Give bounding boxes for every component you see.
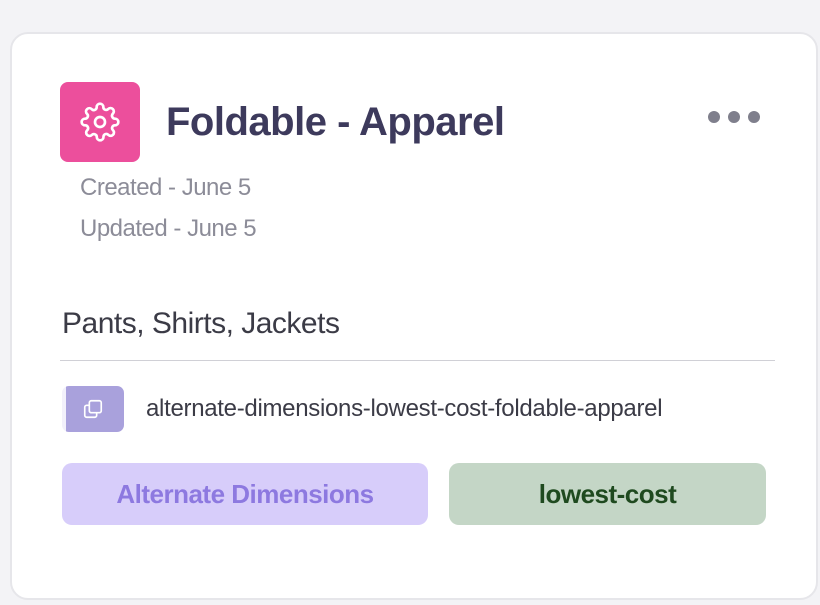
app-icon-tile bbox=[60, 82, 140, 162]
gear-icon bbox=[80, 102, 120, 142]
divider bbox=[60, 360, 775, 361]
copy-icon bbox=[83, 399, 103, 419]
created-date: Created - June 5 bbox=[80, 174, 251, 201]
more-options-button[interactable] bbox=[708, 106, 760, 128]
card-title: Foldable - Apparel bbox=[166, 99, 505, 144]
more-horizontal-icon bbox=[728, 111, 740, 123]
card-header: Foldable - Apparel bbox=[60, 82, 505, 162]
tag-lowest-cost[interactable]: lowest-cost bbox=[449, 463, 766, 525]
categories-list: Pants, Shirts, Jackets bbox=[62, 307, 340, 340]
rule-card: Foldable - Apparel Created - June 5 Upda… bbox=[10, 32, 818, 600]
more-horizontal-icon bbox=[748, 111, 760, 123]
slug-row: alternate-dimensions-lowest-cost-foldabl… bbox=[62, 386, 663, 432]
rule-slug: alternate-dimensions-lowest-cost-foldabl… bbox=[146, 395, 663, 422]
copy-slug-button[interactable] bbox=[62, 386, 124, 432]
updated-date: Updated - June 5 bbox=[80, 215, 257, 242]
more-horizontal-icon bbox=[708, 111, 720, 123]
tag-alternate-dimensions[interactable]: Alternate Dimensions bbox=[62, 463, 428, 525]
